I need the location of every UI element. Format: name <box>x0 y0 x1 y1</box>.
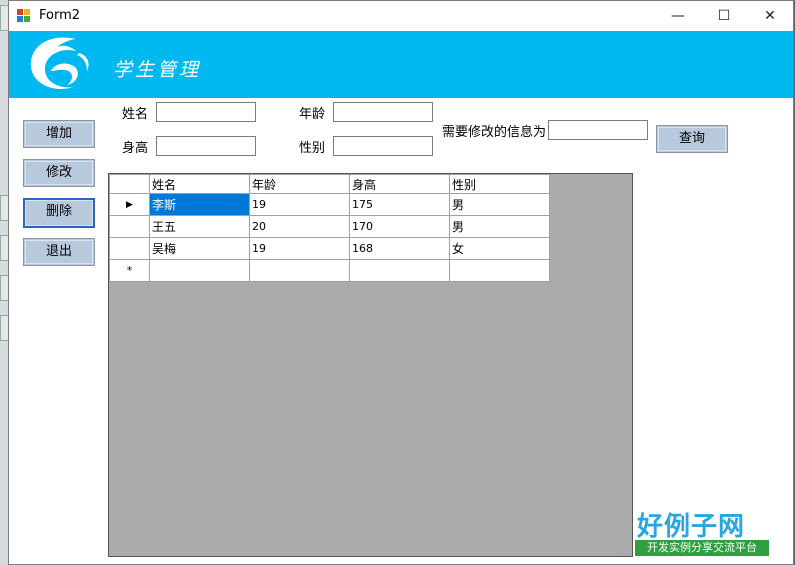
table-row[interactable]: 王五 20 170 男 <box>109 215 550 238</box>
table-cell[interactable]: 吴梅 <box>149 237 250 260</box>
column-header-gender[interactable]: 性别 <box>449 174 550 194</box>
table-row[interactable]: ▶ 李斯 19 175 男 <box>109 193 550 216</box>
table-cell[interactable]: 19 <box>249 237 350 260</box>
grid-header-row: 姓名 年龄 身高 性别 <box>109 174 550 194</box>
table-cell[interactable]: 168 <box>349 237 450 260</box>
site-watermark: 好例子网 开发实例分享交流平台 <box>635 506 771 558</box>
table-cell[interactable]: 男 <box>449 215 550 238</box>
height-input[interactable] <box>156 136 256 156</box>
close-button[interactable]: ✕ <box>747 1 793 31</box>
grid-table: 姓名 年龄 身高 性别 ▶ 李斯 19 175 男 王五 20 170 男 吴梅… <box>109 174 550 282</box>
table-cell[interactable]: 男 <box>449 193 550 216</box>
banner-title: 学生管理 <box>113 59 202 81</box>
new-row-marker-icon[interactable]: * <box>109 259 150 282</box>
table-cell[interactable] <box>249 259 350 282</box>
minimize-button[interactable]: — <box>655 1 701 31</box>
watermark-brand-text: 好例子网 <box>637 512 746 542</box>
exit-button[interactable]: 退出 <box>23 238 95 266</box>
row-header-corner[interactable] <box>109 174 150 194</box>
name-input[interactable] <box>156 102 256 122</box>
app-icon <box>17 9 31 23</box>
age-input[interactable] <box>333 102 433 122</box>
age-label: 年龄 <box>299 107 326 122</box>
gender-label: 性别 <box>299 141 326 156</box>
modify-info-label: 需要修改的信息为 <box>442 125 547 140</box>
swirl-logo-icon <box>30 37 89 89</box>
form2-window: Form2 — ☐ ✕ 学生管理 姓名 年龄 身高 性别 需要修改的信息为 查询… <box>8 0 794 565</box>
column-header-name[interactable]: 姓名 <box>149 174 250 194</box>
height-label: 身高 <box>122 141 149 156</box>
table-cell[interactable]: 李斯 <box>149 193 250 216</box>
add-button[interactable]: 增加 <box>23 120 95 148</box>
query-button[interactable]: 查询 <box>656 125 728 153</box>
row-header[interactable] <box>109 237 150 260</box>
maximize-button[interactable]: ☐ <box>701 1 747 31</box>
row-header[interactable] <box>109 215 150 238</box>
table-cell[interactable]: 20 <box>249 215 350 238</box>
current-row-indicator-icon[interactable]: ▶ <box>109 193 150 216</box>
table-cell[interactable]: 19 <box>249 193 350 216</box>
watermark-tagline: 开发实例分享交流平台 <box>635 540 769 556</box>
table-cell[interactable]: 175 <box>349 193 450 216</box>
table-row[interactable]: 吴梅 19 168 女 <box>109 237 550 260</box>
delete-button[interactable]: 删除 <box>23 198 95 228</box>
table-cell[interactable] <box>349 259 450 282</box>
student-data-grid[interactable]: 姓名 年龄 身高 性别 ▶ 李斯 19 175 男 王五 20 170 男 吴梅… <box>108 173 633 557</box>
new-row[interactable]: * <box>109 259 550 282</box>
column-header-height[interactable]: 身高 <box>349 174 450 194</box>
window-title: Form2 <box>39 8 81 23</box>
table-cell[interactable]: 170 <box>349 215 450 238</box>
modify-info-input[interactable] <box>548 120 648 140</box>
title-bar[interactable]: Form2 — ☐ ✕ <box>9 1 793 31</box>
table-cell[interactable]: 女 <box>449 237 550 260</box>
table-cell[interactable]: 王五 <box>149 215 250 238</box>
table-cell[interactable] <box>149 259 250 282</box>
header-banner: 学生管理 <box>9 31 793 98</box>
column-header-age[interactable]: 年龄 <box>249 174 350 194</box>
modify-button[interactable]: 修改 <box>23 159 95 187</box>
gender-input[interactable] <box>333 136 433 156</box>
name-label: 姓名 <box>122 107 149 122</box>
table-cell[interactable] <box>449 259 550 282</box>
